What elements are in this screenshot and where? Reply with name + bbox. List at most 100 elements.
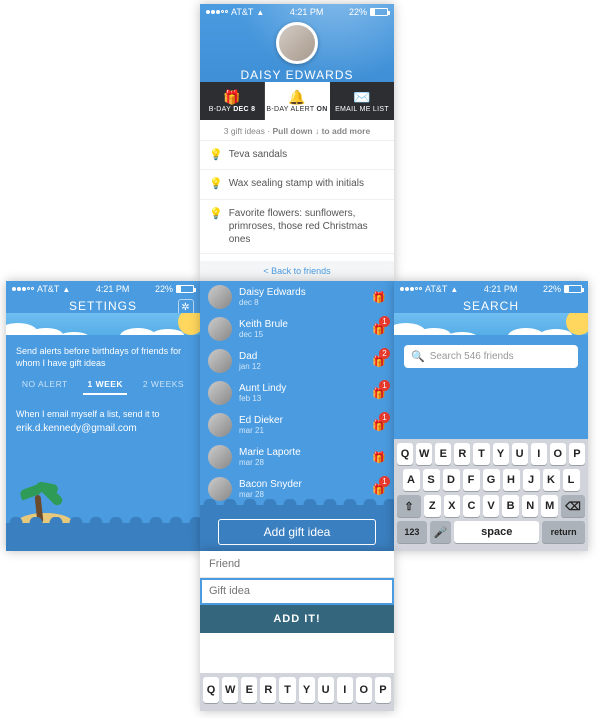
key-r[interactable]: R [454, 443, 470, 465]
friend-row[interactable]: Daisy Edwardsdec 8 🎁 [200, 281, 394, 313]
key-m[interactable]: M [541, 495, 558, 517]
key-123[interactable]: 123 [397, 521, 427, 543]
key-x[interactable]: X [444, 495, 461, 517]
gift-icon: 🎁 [372, 291, 386, 304]
search-title: SEARCH [394, 299, 588, 313]
status-bar: AT&T 4:21 PM 22% [394, 281, 588, 297]
screen-settings: AT&T 4:21 PM 22% SETTINGS✲ Send alerts b… [6, 281, 200, 551]
gift-idea-input[interactable] [200, 578, 394, 605]
wifi-icon [62, 284, 70, 294]
key-j[interactable]: J [523, 469, 540, 491]
alert-interval-segmented: NO ALERT 1 WEEK 2 WEEKS [6, 375, 200, 395]
key-a[interactable]: A [403, 469, 420, 491]
key-y[interactable]: Y [299, 677, 315, 703]
key-i[interactable]: I [337, 677, 353, 703]
key-u[interactable]: U [512, 443, 528, 465]
avatar[interactable] [276, 22, 318, 64]
search-input[interactable]: 🔍 Search 546 friends [404, 345, 578, 368]
count-badge: 2 [379, 348, 390, 359]
friend-row[interactable]: Dadjan 12🎁2 [200, 345, 394, 377]
idea-text: Favorite flowers: sunflowers, primroses,… [229, 207, 385, 246]
key-z[interactable]: Z [424, 495, 441, 517]
avatar [208, 349, 232, 373]
seg-2-weeks[interactable]: 2 WEEKS [139, 375, 188, 395]
key-r[interactable]: R [260, 677, 276, 703]
key-s[interactable]: S [423, 469, 440, 491]
idea-row[interactable]: 💡Teva sandals [200, 141, 394, 170]
key-k[interactable]: K [543, 469, 560, 491]
settings-alert-desc: Send alerts before birthdays of friends … [6, 335, 200, 375]
key-q[interactable]: Q [397, 443, 413, 465]
ideas-hint: 3 gift ideas · Pull down ↓ to add more [200, 120, 394, 141]
settings-email-value[interactable]: erik.d.kennedy@gmail.com [6, 419, 200, 438]
alert-button[interactable]: 🔔 B-DAY ALERT ON [265, 82, 330, 120]
key-v[interactable]: V [483, 495, 500, 517]
key-f[interactable]: F [463, 469, 480, 491]
profile-action-bar: 🎁 B-DAY DEC 8 🔔 B-DAY ALERT ON ✉️ EMAIL … [200, 82, 394, 120]
back-to-friends-link[interactable]: < Back to friends [200, 261, 394, 281]
key-w[interactable]: W [222, 677, 238, 703]
key-return[interactable]: return [542, 521, 585, 543]
friend-date: dec 8 [239, 298, 306, 307]
settings-title: SETTINGS✲ [6, 299, 200, 313]
seg-no-alert[interactable]: NO ALERT [18, 375, 72, 395]
key-q[interactable]: Q [203, 677, 219, 703]
key-e[interactable]: E [241, 677, 257, 703]
key-mic[interactable]: 🎤 [430, 521, 451, 543]
friend-row[interactable]: Ed Diekermar 21🎁1 [200, 409, 394, 441]
friends-list[interactable]: Daisy Edwardsdec 8🎁 Keith Bruledec 15🎁1 … [200, 281, 394, 505]
key-p[interactable]: P [569, 443, 585, 465]
wifi-icon [450, 284, 458, 294]
friends-footer: Add gift idea [200, 505, 394, 551]
battery-icon [176, 285, 194, 293]
ios-keyboard: QWERTYUIOP [200, 673, 394, 711]
idea-row[interactable]: 💡Wax sealing stamp with initials [200, 170, 394, 199]
avatar [208, 317, 232, 341]
key-o[interactable]: O [356, 677, 372, 703]
seg-1-week[interactable]: 1 WEEK [83, 375, 127, 395]
idea-row[interactable]: 💡Favorite flowers: sunflowers, primroses… [200, 200, 394, 254]
email-list-button[interactable]: ✉️ EMAIL ME LIST [330, 82, 394, 120]
key-n[interactable]: N [522, 495, 539, 517]
friend-row[interactable]: Marie Laportemar 28🎁 [200, 441, 394, 473]
status-bar: AT&T 4:21 PM 22% [6, 281, 200, 297]
key-y[interactable]: Y [493, 443, 509, 465]
clouds-decor [6, 313, 200, 335]
bday-button[interactable]: 🎁 B-DAY DEC 8 [200, 82, 265, 120]
mail-icon: ✉️ [353, 90, 371, 104]
app-mock-canvas: AT&T 4:21 PM 22% DAISY EDWARDS 🎁 B-DAY D… [0, 0, 600, 718]
key-shift[interactable]: ⇧ [397, 495, 421, 517]
key-o[interactable]: O [550, 443, 566, 465]
battery-pct: 22% [349, 7, 367, 17]
key-h[interactable]: H [503, 469, 520, 491]
key-p[interactable]: P [375, 677, 391, 703]
idea-text: Teva sandals [229, 148, 287, 162]
friend-name: Daisy Edwards [239, 287, 306, 299]
carrier-label: AT&T [231, 7, 253, 17]
count-badge: 1 [379, 380, 390, 391]
ios-keyboard: QWERTYUIOP ASDFGHJKL ⇧ ZXCVBNM ⌫ 123 🎤 s… [394, 439, 588, 551]
key-space[interactable]: space [454, 521, 539, 543]
key-l[interactable]: L [563, 469, 580, 491]
key-g[interactable]: G [483, 469, 500, 491]
add-gift-idea-button[interactable]: Add gift idea [218, 519, 376, 545]
friend-input[interactable] [200, 551, 394, 578]
key-i[interactable]: I [531, 443, 547, 465]
key-t[interactable]: T [279, 677, 295, 703]
avatar [208, 477, 232, 501]
key-backspace[interactable]: ⌫ [561, 495, 585, 517]
key-t[interactable]: T [473, 443, 489, 465]
key-d[interactable]: D [443, 469, 460, 491]
key-w[interactable]: W [416, 443, 432, 465]
profile-hero: AT&T 4:21 PM 22% DAISY EDWARDS [200, 4, 394, 82]
key-b[interactable]: B [502, 495, 519, 517]
bell-icon: 🔔 [288, 90, 306, 104]
key-u[interactable]: U [318, 677, 334, 703]
friend-row[interactable]: Keith Bruledec 15🎁1 [200, 313, 394, 345]
battery-icon [564, 285, 582, 293]
profile-name: DAISY EDWARDS [200, 68, 394, 82]
add-it-button[interactable]: ADD IT! [200, 605, 394, 633]
friend-row[interactable]: Aunt Lindyfeb 13🎁1 [200, 377, 394, 409]
key-c[interactable]: C [463, 495, 480, 517]
key-e[interactable]: E [435, 443, 451, 465]
